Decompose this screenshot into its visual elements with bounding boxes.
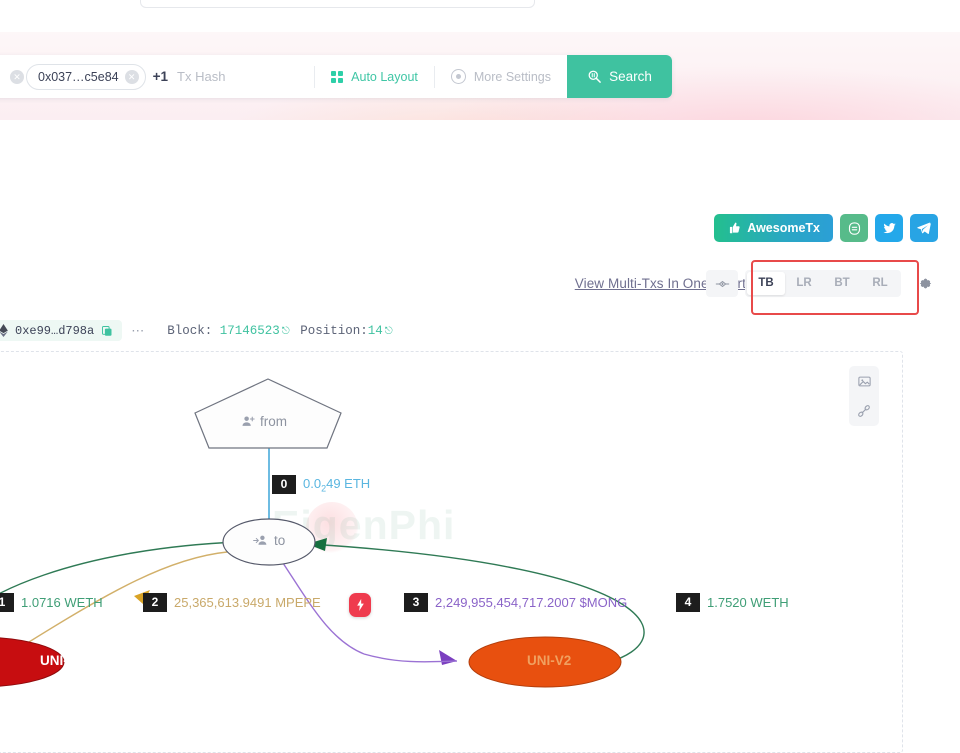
edge-label-0[interactable]: 0 0.0249 ETH <box>272 475 370 494</box>
edge-label-1[interactable]: 1 1.0716 WETH <box>0 593 103 612</box>
edge-index: 3 <box>404 593 428 612</box>
link-chain-button[interactable] <box>849 396 879 426</box>
edge-index: 0 <box>272 475 296 494</box>
block-label: Block: <box>167 324 212 338</box>
edge-index: 1 <box>0 593 14 612</box>
target-icon <box>451 69 466 84</box>
image-export-button[interactable] <box>849 366 879 396</box>
external-link-icon[interactable]: ⎋ <box>282 327 290 338</box>
flash-badge[interactable] <box>349 593 371 617</box>
social-share-row: AwesomeTx <box>714 214 938 242</box>
top-header-strip: Search by Address/Txn Hash/Block Number/… <box>0 0 960 32</box>
block-value[interactable]: 17146523 <box>220 324 280 338</box>
link-chain-icon <box>856 403 872 419</box>
node-from-label: from <box>260 414 287 429</box>
graph-svg <box>0 352 902 752</box>
position-value[interactable]: 14 <box>368 324 383 338</box>
flash-icon <box>356 599 365 611</box>
search-button[interactable]: Search <box>567 55 672 98</box>
summary-band <box>0 120 960 197</box>
more-settings-label: More Settings <box>474 70 551 84</box>
transaction-hash: 0xe99…d798a <box>15 324 94 338</box>
block-position-info: Block: 17146523⎋ Position:14⎋ <box>167 324 395 338</box>
node-to-label-group[interactable]: to <box>253 533 285 548</box>
node-pool-right-label[interactable]: UNI-V2 <box>527 653 571 668</box>
telegram-share-button[interactable] <box>910 214 938 242</box>
edge-amount: 0.0249 ETH <box>303 476 370 494</box>
edge-amount: 2,249,955,454,717.2007 $MONG <box>435 595 627 610</box>
address-chip[interactable]: 0x037…c5e84 ✕ <box>26 64 146 90</box>
address-chip-label: 0x037…c5e84 <box>38 70 119 84</box>
search-button-label: Search <box>609 69 652 84</box>
edge-amount: 1.0716 WETH <box>21 595 103 610</box>
image-export-icon <box>857 374 872 389</box>
tx-search-bar[interactable]: ✕ 0x037…c5e84 ✕ +1 Tx Hash Auto Layout M… <box>0 55 672 98</box>
auto-layout-label: Auto Layout <box>351 70 418 84</box>
edge-amount: 1.7520 WETH <box>707 595 789 610</box>
gear-icon <box>918 276 933 291</box>
twitter-share-button[interactable] <box>875 214 903 242</box>
transaction-meta-row: 0xe99…d798a ⋯ Block: 17146523⎋ Position:… <box>0 320 396 341</box>
edge-label-3[interactable]: 3 2,249,955,454,717.2007 $MONG <box>404 593 627 612</box>
chat-share-button[interactable] <box>840 214 868 242</box>
person-add-icon <box>241 414 256 429</box>
position-label: Position: <box>300 324 368 338</box>
chat-icon <box>847 221 862 236</box>
person-in-icon <box>253 533 270 548</box>
ethereum-icon <box>0 324 8 337</box>
transaction-hash-pill[interactable]: 0xe99…d798a <box>0 320 122 341</box>
edge-label-4[interactable]: 4 1.7520 WETH <box>676 593 789 612</box>
more-settings-button[interactable]: More Settings <box>435 55 567 98</box>
close-icon[interactable]: ✕ <box>125 70 139 84</box>
external-link-icon[interactable]: ⎋ <box>385 327 393 338</box>
global-search-dropdown[interactable]: Search by Address/Txn Hash/Block Number/… <box>140 0 535 8</box>
node-pool-left-label[interactable]: UNI-V2 <box>40 653 84 668</box>
thumbs-up-icon <box>727 221 741 235</box>
chip-remove-icon-hidden[interactable]: ✕ <box>10 70 24 84</box>
search-icon <box>587 69 602 84</box>
canvas-tool-stack <box>849 366 879 426</box>
copy-icon[interactable] <box>101 325 113 337</box>
awesome-tx-button[interactable]: AwesomeTx <box>714 214 833 242</box>
twitter-icon <box>882 221 897 236</box>
edge-amount: 25,365,613.9491 MPEPE <box>174 595 321 610</box>
toolbar-highlight-box <box>751 260 919 315</box>
edge-index: 2 <box>143 593 167 612</box>
ellipsis-icon[interactable]: ⋯ <box>131 323 145 339</box>
awesome-tx-label: AwesomeTx <box>747 221 820 235</box>
visibility-toggle-button[interactable] <box>706 270 738 297</box>
chip-overflow-count: +1 <box>153 69 168 84</box>
node-from-label-group[interactable]: from <box>241 414 287 429</box>
telegram-icon <box>916 220 932 236</box>
eye-icon <box>715 278 730 290</box>
search-input[interactable]: Tx Hash <box>177 69 225 84</box>
grid-icon <box>331 71 343 83</box>
edge-index: 4 <box>676 593 700 612</box>
node-to-label: to <box>274 533 285 548</box>
auto-layout-button[interactable]: Auto Layout <box>315 55 434 98</box>
edge-label-2[interactable]: 2 25,365,613.9491 MPEPE <box>143 593 321 612</box>
transaction-graph-canvas[interactable]: EigenPhi <box>0 351 903 753</box>
